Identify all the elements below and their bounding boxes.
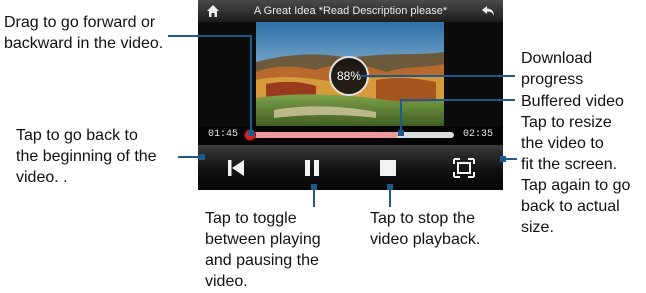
time-total: 02:35 [462,129,493,140]
buffered-callout-marker [398,130,404,136]
seek-callout-line-vertical [250,35,252,132]
buffered-bar [248,132,398,138]
rewind-callout-marker [199,154,205,160]
buffered-callout-line [400,99,515,101]
video-player-screen: A Great Idea *Read Description please* 8… [198,0,503,190]
control-bar [198,145,503,190]
rewind-annotation: Tap to go back to the beginning of the v… [16,127,157,186]
seek-annotation: Drag to go forward or backward in the vi… [4,14,164,52]
seek-callout-marker [248,130,254,136]
pause-callout-marker [311,184,317,190]
stop-annotation: Tap to stop the video playback. [370,210,481,248]
skip-to-start-icon [228,159,244,176]
stop-icon [380,159,396,176]
seek-bar[interactable] [244,129,454,141]
stop-callout-marker [387,184,393,190]
pause-annotation: Tap to toggle between playing and pausin… [205,210,321,290]
download-callout-line [360,75,515,77]
seek-bar-row: 01:45 02:35 [198,126,503,145]
stop-callout-line [389,187,391,207]
return-arrow-icon[interactable] [481,4,497,18]
resize-button[interactable] [426,145,502,190]
seek-callout-line [168,35,250,37]
home-icon[interactable] [206,4,220,18]
download-progress-annotation: Download progress [521,50,593,88]
resize-annotation: Tap to resize the video to fit the scree… [521,114,631,236]
time-elapsed: 01:45 [208,129,239,140]
pause-icon [305,159,319,176]
buffered-callout-line-vertical [400,99,402,132]
rewind-button[interactable] [198,145,274,190]
resize-icon [453,157,475,178]
pause-callout-line [313,187,315,207]
buffered-video-annotation: Buffered video [521,93,624,110]
video-title: A Great Idea *Read Description please* [253,5,448,17]
title-bar: A Great Idea *Read Description please* [198,0,503,22]
resize-callout-marker [500,156,506,162]
